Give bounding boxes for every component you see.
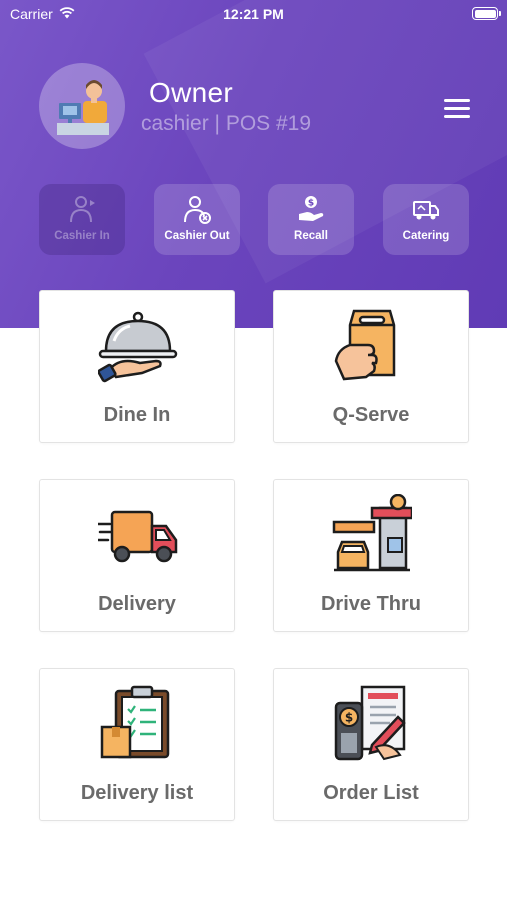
q-serve-label: Q-Serve xyxy=(332,404,410,426)
delivery-label: Delivery xyxy=(98,593,176,615)
order-list-label: Order List xyxy=(323,782,419,804)
cashier-out-button[interactable]: Cashier Out xyxy=(154,184,240,255)
delivery-list-label: Delivery list xyxy=(80,782,194,804)
cashier-in-label: Cashier In xyxy=(54,230,110,242)
cloche-serving-icon xyxy=(98,311,178,383)
q-serve-card[interactable]: Q-Serve xyxy=(273,290,469,443)
delivery-card[interactable]: Delivery xyxy=(39,479,235,632)
svg-text:$: $ xyxy=(345,711,353,725)
status-time: 12:21 PM xyxy=(223,6,284,22)
cashier-in-icon xyxy=(70,196,95,223)
dine-in-card[interactable]: Dine In xyxy=(39,290,235,443)
takeaway-bag-icon xyxy=(334,309,396,381)
dine-in-label: Dine In xyxy=(103,404,171,426)
order-receipt-icon: $ xyxy=(334,685,406,761)
clipboard-checklist-icon xyxy=(100,685,170,759)
hamburger-menu-icon[interactable] xyxy=(441,96,473,122)
drive-thru-label: Drive Thru xyxy=(320,593,422,615)
recall-icon: $ xyxy=(299,196,324,221)
catering-label: Catering xyxy=(402,230,450,242)
cashier-avatar-icon xyxy=(39,63,125,149)
recall-button[interactable]: $ Recall xyxy=(268,184,354,255)
catering-truck-icon xyxy=(413,201,439,220)
delivery-truck-icon xyxy=(98,510,178,563)
status-bar: Carrier 12:21 PM xyxy=(0,0,507,30)
cashier-out-label: Cashier Out xyxy=(164,230,230,242)
drive-thru-icon xyxy=(332,494,412,572)
delivery-list-card[interactable]: Delivery list xyxy=(39,668,235,821)
battery-icon xyxy=(472,7,501,20)
cashier-in-button[interactable]: Cashier In xyxy=(39,184,125,255)
drive-thru-card[interactable]: Drive Thru xyxy=(273,479,469,632)
owner-name: Owner xyxy=(149,77,233,108)
header-background xyxy=(0,0,507,328)
order-list-card[interactable]: $ Order List xyxy=(273,668,469,821)
catering-button[interactable]: Catering xyxy=(383,184,469,255)
svg-text:$: $ xyxy=(308,199,314,209)
cashier-out-icon xyxy=(184,196,211,224)
owner-role: cashier | POS #19 xyxy=(141,112,312,135)
recall-label: Recall xyxy=(294,230,328,242)
